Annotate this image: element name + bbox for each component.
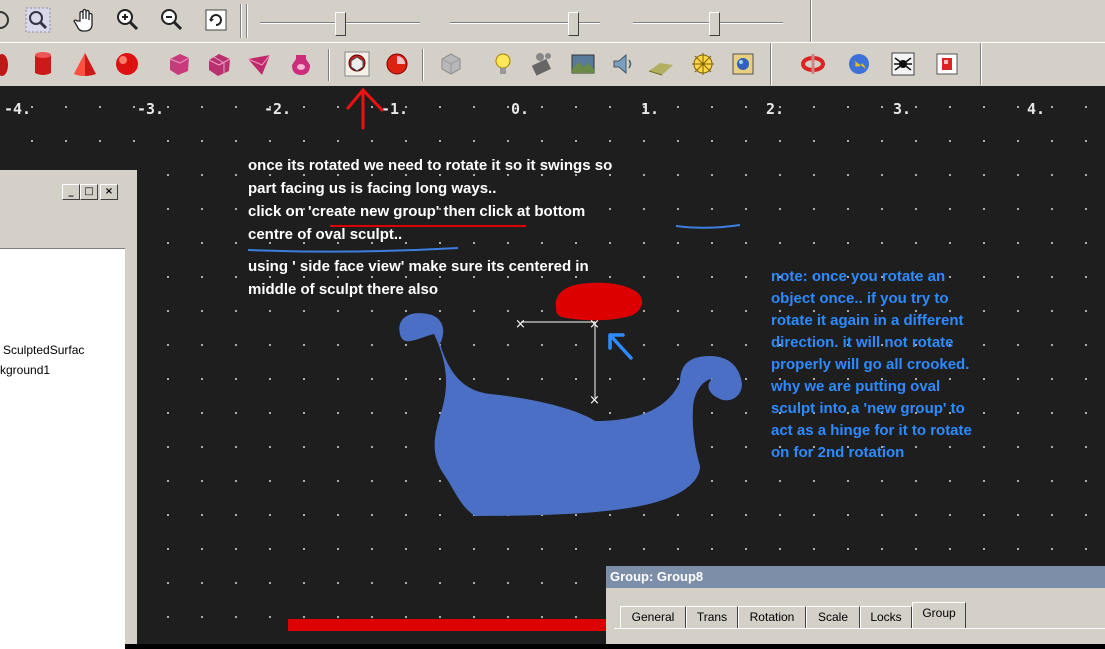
group-gray-icon[interactable] <box>438 51 464 77</box>
toolbar-separator <box>810 0 812 42</box>
tab-scale[interactable]: Scale <box>806 606 860 629</box>
refresh-icon[interactable] <box>202 6 230 34</box>
annotation-line: centre of oval sculpt.. <box>248 226 403 243</box>
sleigh-sculpt <box>399 313 742 516</box>
scene-tree: SculptedSurfac kground1 <box>0 248 125 649</box>
gizmo-x-bottom: × <box>589 393 600 408</box>
note-line: rotate it again in a different <box>771 312 964 329</box>
toolbar-separator <box>422 49 424 81</box>
pan-hand-icon[interactable] <box>72 6 100 34</box>
compass-icon[interactable] <box>690 51 716 77</box>
cylinder-icon[interactable] <box>30 51 56 77</box>
tab-panel-border <box>614 628 1105 629</box>
wedge-icon[interactable] <box>246 51 272 77</box>
tab-rotation[interactable]: Rotation <box>738 606 806 629</box>
scene-tree-panel: _ □ × SculptedSurfac kground1 <box>0 170 137 649</box>
toolbar-separator <box>246 4 248 38</box>
sphere-icon[interactable] <box>114 51 140 77</box>
cone-icon[interactable] <box>72 51 98 77</box>
note-line: direction. it will not rotate <box>771 334 954 351</box>
annotation-line: click on 'create new group' then click a… <box>248 203 586 220</box>
annotation-line: part facing us is facing long ways.. <box>248 180 497 197</box>
note-line: sculpt into a 'new group' to <box>771 400 965 417</box>
slider-1-thumb[interactable] <box>334 12 346 36</box>
top-toolbar <box>0 0 1105 42</box>
viewport-3d[interactable]: -4. -3. -2. -1. 0. 1. 2. 3. 4. × × × onc… <box>0 86 1105 644</box>
slider-2-thumb[interactable] <box>568 12 580 36</box>
zoom-icon[interactable] <box>24 6 52 34</box>
tree-item[interactable]: SculptedSurfac <box>3 343 84 357</box>
gizmo-x-corner: × <box>589 317 600 332</box>
tab-trans[interactable]: Trans <box>686 606 738 629</box>
blue-underline-centre <box>247 247 459 253</box>
annotation-line: once its rotated we need to rotate it so… <box>248 157 613 174</box>
tab-group[interactable]: Group <box>912 602 966 629</box>
blue-underline-bottom <box>675 224 741 229</box>
note-line: note: once you rotate an <box>771 268 946 285</box>
note-line: why we are putting oval <box>771 378 941 395</box>
oval-sculpt <box>555 282 643 321</box>
toolbar-separator <box>770 43 772 85</box>
spider-icon[interactable] <box>890 51 916 77</box>
minimize-button[interactable]: _ <box>62 184 80 200</box>
tab-general[interactable]: General <box>620 606 686 629</box>
shapes-toolbar <box>0 42 1105 86</box>
light-bulb-icon[interactable] <box>490 51 516 77</box>
camera-icon[interactable] <box>530 51 556 77</box>
box2-icon[interactable] <box>206 51 232 77</box>
target-icon[interactable] <box>0 6 14 34</box>
blue-pointer-arrow <box>608 333 633 360</box>
sound-icon[interactable] <box>610 51 636 77</box>
tree-item[interactable]: kground1 <box>0 363 50 377</box>
box-icon[interactable] <box>166 51 192 77</box>
slider-2[interactable] <box>450 8 600 38</box>
tab-locks[interactable]: Locks <box>860 606 912 629</box>
slider-3[interactable] <box>633 8 783 38</box>
create-group-2-icon[interactable] <box>384 51 410 77</box>
toolbar-separator <box>240 4 242 38</box>
annotation-line: using ' side face view' make sure its ce… <box>248 258 589 275</box>
ground-icon[interactable] <box>648 51 674 77</box>
rotate-icon[interactable] <box>800 51 826 77</box>
create-new-group-icon[interactable] <box>344 51 370 77</box>
slider-1[interactable] <box>260 8 420 38</box>
group-properties-dialog: Group: Group8 General Trans Rotation Sca… <box>606 566 1105 644</box>
note-line: properly will go all crooked. <box>771 356 970 373</box>
box-red-icon[interactable] <box>934 51 960 77</box>
slider-3-thumb[interactable] <box>709 12 721 36</box>
dialog-title: Group: Group8 <box>606 566 1105 588</box>
torus-icon[interactable] <box>288 51 314 77</box>
red-bar <box>288 619 608 631</box>
background-icon[interactable] <box>570 51 596 77</box>
render-icon[interactable] <box>730 51 756 77</box>
red-pointer-arrow <box>346 87 384 130</box>
note-line: on for 2nd rotation <box>771 444 905 461</box>
world-icon[interactable] <box>846 51 872 77</box>
cylinder-partial-icon[interactable] <box>0 51 12 77</box>
toolbar-separator <box>328 49 330 81</box>
maximize-button[interactable]: □ <box>80 184 98 200</box>
zoom-in-icon[interactable] <box>114 6 142 34</box>
toolbar-separator <box>980 43 982 85</box>
gizmo-x-left: × <box>515 317 526 332</box>
close-button[interactable]: × <box>100 184 118 200</box>
note-line: act as a hinge for it to rotate <box>771 422 972 439</box>
note-line: object once.. if you try to <box>771 290 949 307</box>
zoom-out-icon[interactable] <box>158 6 186 34</box>
annotation-line: middle of sculpt there also <box>248 281 439 298</box>
